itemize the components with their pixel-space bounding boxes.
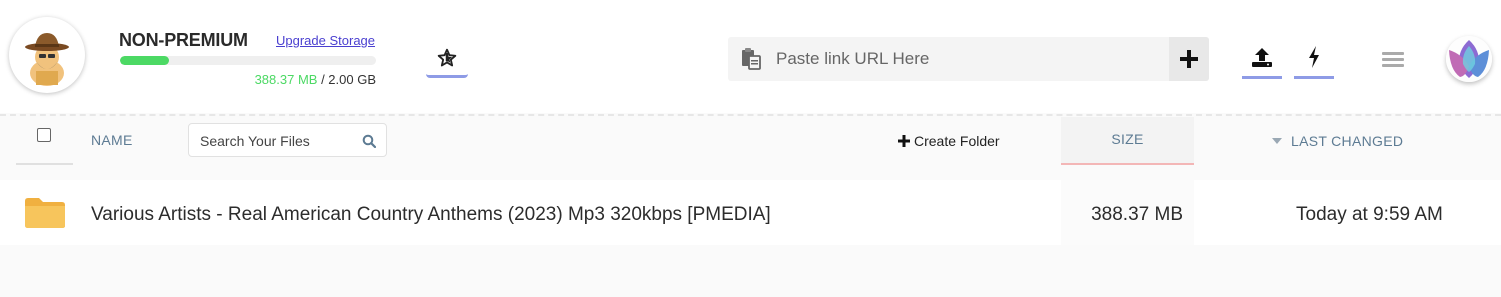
file-search-box — [188, 123, 387, 157]
last-changed-label: LAST CHANGED — [1291, 133, 1404, 149]
select-all-cell — [16, 117, 73, 165]
select-all-checkbox[interactable] — [37, 128, 51, 142]
create-folder-label: Create Folder — [914, 133, 1000, 149]
size-column-label: SIZE — [1111, 131, 1144, 147]
add-url-button[interactable] — [1169, 37, 1209, 81]
lightning-icon — [1309, 46, 1319, 68]
upload-icon — [1252, 48, 1272, 67]
storage-progress-bar — [120, 56, 376, 65]
file-name[interactable]: Various Artists - Real American Country … — [91, 204, 771, 226]
file-size: 388.37 MB — [1091, 204, 1183, 225]
upload-button[interactable] — [1242, 38, 1282, 79]
plus-icon — [1180, 50, 1198, 68]
size-column-header[interactable]: SIZE — [1061, 117, 1194, 165]
header-divider — [0, 114, 1501, 116]
file-table-header: NAME Create Folder SIZE LAST CHANGED — [0, 117, 1501, 179]
file-last-changed: Today at 9:59 AM — [1296, 204, 1443, 225]
storage-progress-fill — [120, 56, 169, 65]
paste-url-input[interactable] — [776, 45, 1166, 73]
plan-title: NON-PREMIUM — [119, 30, 248, 50]
upgrade-storage-link[interactable]: Upgrade Storage — [276, 33, 375, 48]
clipboard-icon — [740, 48, 762, 75]
storage-separator: / — [317, 72, 329, 87]
storage-used: 388.37 MB — [254, 72, 318, 87]
paste-url-box — [728, 37, 1209, 81]
favorites-button[interactable] — [426, 40, 468, 78]
sort-down-icon — [1272, 138, 1282, 144]
app-logo[interactable] — [1446, 36, 1492, 82]
folder-icon — [24, 197, 66, 234]
search-icon[interactable] — [362, 134, 377, 153]
table-row[interactable]: Various Artists - Real American Country … — [0, 180, 1501, 245]
create-folder-button[interactable]: Create Folder — [898, 133, 1000, 149]
name-column-header[interactable]: NAME — [91, 132, 133, 148]
star-icon — [437, 48, 457, 66]
remote-upload-button[interactable] — [1294, 38, 1334, 79]
storage-usage-text: 388.37 MB / 2.00 GB — [0, 72, 376, 87]
storage-total: 2.00 GB — [328, 72, 376, 87]
top-header: NON-PREMIUM Upgrade Storage 388.37 MB / … — [0, 0, 1501, 113]
file-search-input[interactable] — [200, 131, 360, 151]
last-changed-column-header[interactable]: LAST CHANGED — [1272, 133, 1403, 149]
hamburger-menu-icon[interactable] — [1382, 52, 1404, 70]
plus-icon — [898, 135, 910, 147]
